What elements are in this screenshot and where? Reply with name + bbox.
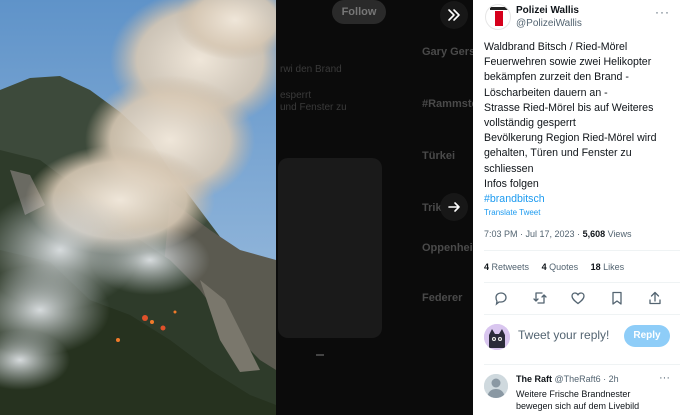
reply-line: Weitere Frische Brandnester bbox=[516, 389, 631, 399]
likes-stat[interactable]: 18 Likes bbox=[591, 262, 625, 272]
reply-text: Weitere Frische Brandnester bewegen sich… bbox=[516, 388, 639, 412]
bookmark-icon[interactable] bbox=[609, 290, 625, 306]
views-count: 5,608 bbox=[582, 229, 606, 239]
person-avatar-icon bbox=[484, 374, 508, 398]
reply-author-name[interactable]: The Raft bbox=[516, 374, 552, 384]
tweet-actions bbox=[493, 290, 663, 308]
reply-line: bewegen sich auf dem Livebild bbox=[516, 401, 640, 411]
trend-title: Oppenheim bbox=[422, 242, 473, 254]
more-options-icon[interactable]: ··· bbox=[659, 372, 670, 384]
tweet-line: Strasse Ried-Mörel bis auf Weiteres bbox=[484, 101, 654, 114]
tweet-timestamp[interactable]: 7:03 PM · Jul 17, 2023 · bbox=[484, 229, 583, 239]
reply-button[interactable]: Reply bbox=[624, 325, 670, 347]
share-icon bbox=[316, 348, 324, 356]
more-options-icon[interactable]: ··· bbox=[655, 5, 670, 19]
divider bbox=[484, 364, 680, 365]
tweet-line: Bevölkerung Region Ried-Mörel wird bbox=[484, 132, 657, 145]
reply-author: The Raft @TheRaft6 · 2h bbox=[516, 374, 619, 384]
tweet-stats: 4 Retweets 4 Quotes 18 Likes bbox=[484, 262, 634, 272]
trend-title: Federer bbox=[422, 292, 463, 304]
tweet-detail-panel: Polizei Wallis @PolizeiWallis ··· Waldbr… bbox=[473, 0, 680, 415]
timeline-text: rwi den Brand bbox=[280, 64, 342, 75]
follow-button[interactable]: Follow bbox=[332, 0, 386, 24]
hashtag-link[interactable]: #brandbitsch bbox=[484, 192, 676, 207]
double-chevron-right-icon bbox=[448, 9, 460, 21]
timeline-card bbox=[278, 158, 382, 338]
collapse-panel-button[interactable] bbox=[440, 1, 468, 29]
trend-title: #Rammstei bbox=[422, 98, 473, 110]
reply-age: · 2h bbox=[600, 374, 619, 384]
user-avatar[interactable] bbox=[484, 324, 510, 350]
divider bbox=[484, 250, 680, 251]
quotes-stat[interactable]: 4 Quotes bbox=[542, 262, 579, 272]
reply-input[interactable]: Tweet your reply! bbox=[518, 328, 609, 342]
tweet-author: Polizei Wallis @PolizeiWallis ··· bbox=[483, 2, 680, 32]
author-name[interactable]: Polizei Wallis bbox=[516, 5, 579, 16]
next-image-button[interactable] bbox=[440, 193, 468, 221]
divider bbox=[484, 282, 680, 283]
tweet-text: Waldbrand Bitsch / Ried-Mörel Feuerwehre… bbox=[484, 40, 676, 207]
trend-title: Gary Gerst bbox=[422, 46, 473, 58]
reply-author-avatar[interactable] bbox=[484, 374, 508, 398]
timeline-text: und Fenster zu bbox=[280, 102, 347, 113]
tweet-line: bekämpfen zurzeit den Brand - bbox=[484, 71, 629, 84]
author-avatar[interactable] bbox=[485, 4, 511, 30]
tweet-line: vollständig gesperrt bbox=[484, 117, 576, 130]
share-icon[interactable] bbox=[647, 290, 663, 306]
cat-avatar-icon bbox=[484, 324, 510, 350]
reply-icon[interactable] bbox=[493, 290, 509, 306]
trend-title: Türkei bbox=[422, 150, 456, 162]
arrow-right-icon bbox=[448, 202, 460, 212]
reply-author-handle[interactable]: @TheRaft6 bbox=[555, 374, 601, 384]
reply-composer: Tweet your reply! Reply bbox=[484, 322, 680, 354]
author-handle[interactable]: @PolizeiWallis bbox=[516, 18, 582, 29]
retweets-stat[interactable]: 4 Retweets bbox=[484, 262, 529, 272]
retweet-icon[interactable] bbox=[532, 290, 548, 306]
tweet-line: Feuerwehren sowie zwei Helikopter bbox=[484, 56, 652, 69]
timeline-text: esperrt bbox=[280, 90, 312, 101]
tweet-photo[interactable] bbox=[0, 0, 276, 415]
tweet-line: gehalten, Türen und Fenster zu bbox=[484, 147, 632, 160]
translate-tweet-link[interactable]: Translate Tweet bbox=[484, 208, 540, 217]
wildfire-photo-image bbox=[0, 0, 276, 415]
like-icon[interactable] bbox=[570, 290, 586, 306]
tweet-line: Infos folgen bbox=[484, 177, 539, 190]
tweet-line: schliessen bbox=[484, 162, 534, 175]
divider bbox=[484, 314, 680, 315]
trend-title: Trik bbox=[422, 202, 442, 214]
tweet-line: Löscharbeiten dauern an - bbox=[484, 86, 608, 99]
tweet-line: Waldbrand Bitsch / Ried-Mörel bbox=[484, 41, 628, 53]
views-label: Views bbox=[605, 229, 632, 239]
reply-tweet[interactable]: The Raft @TheRaft6 · 2h ··· Weitere Fris… bbox=[484, 372, 680, 415]
tweet-meta: 7:03 PM · Jul 17, 2023 · 5,608 Views bbox=[484, 229, 631, 239]
